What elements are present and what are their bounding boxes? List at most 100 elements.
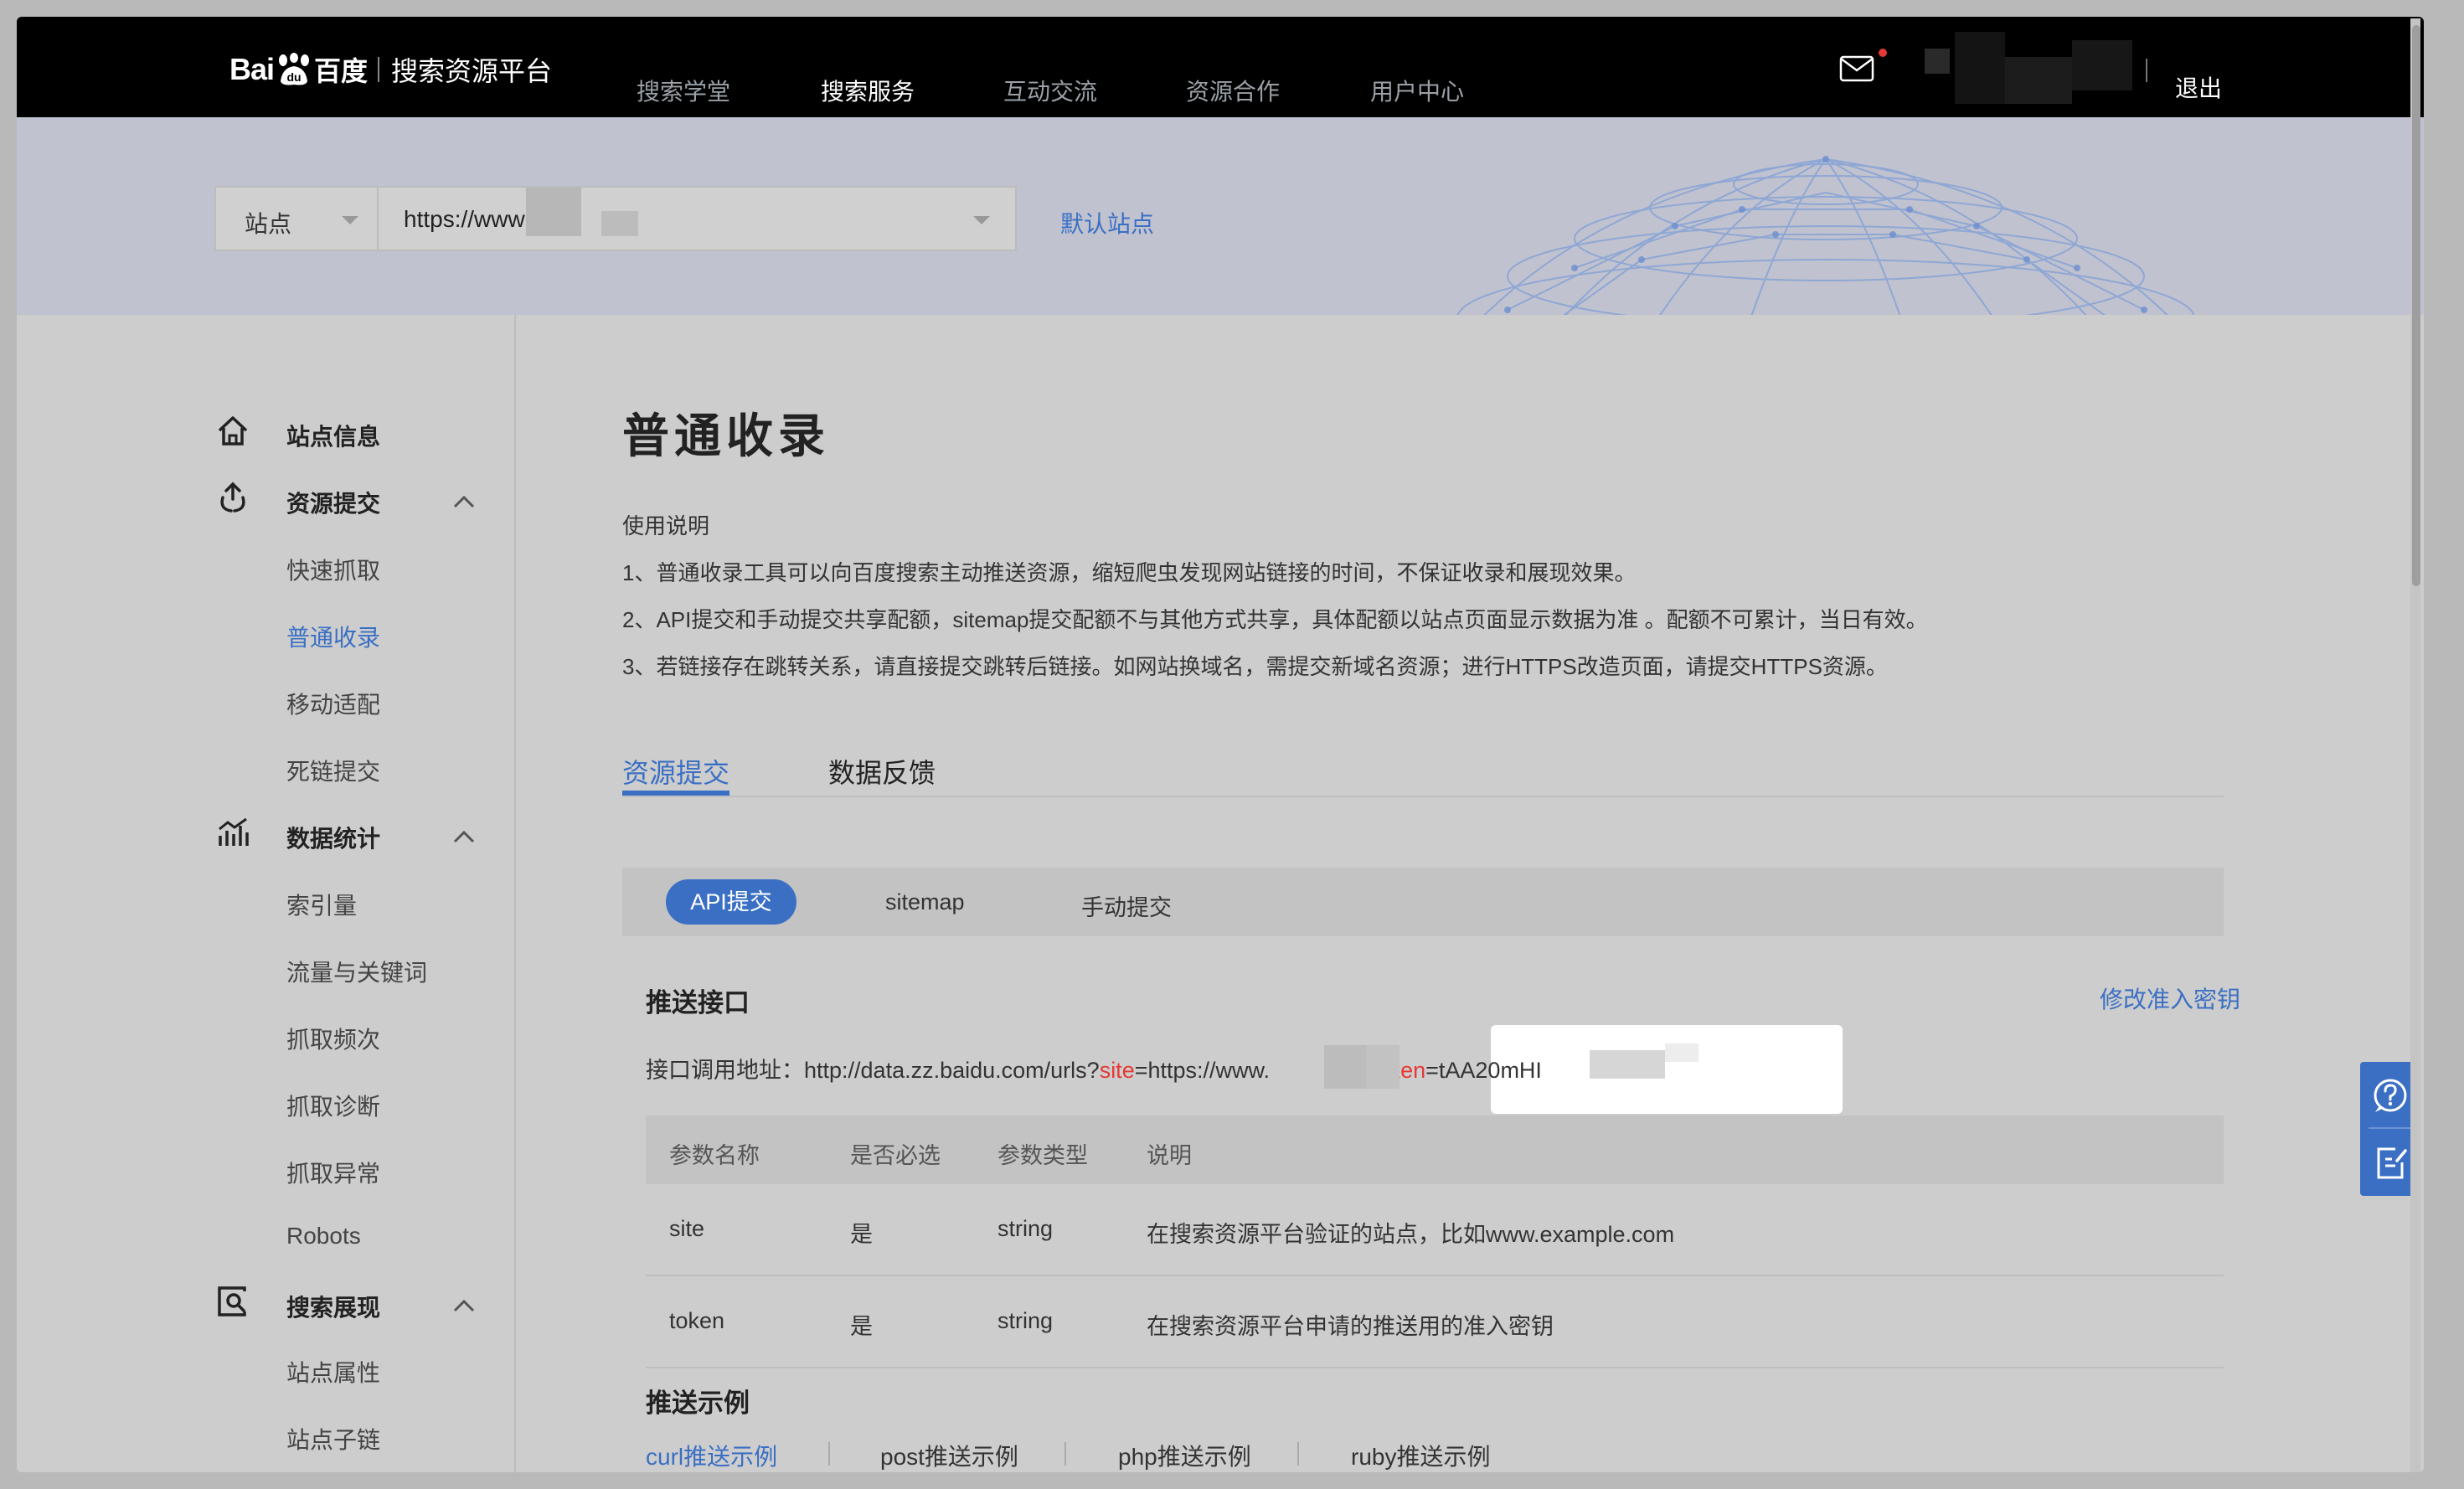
sidebar: 站点信息 资源提交 快速抓取 普通收录 移动适配 死链提交 数据统计 索引量 流… xyxy=(17,315,516,1472)
float-divider xyxy=(2369,1127,2412,1129)
sidebar-item-crawl-error[interactable]: 抓取异常 xyxy=(286,1156,380,1189)
example-post[interactable]: post推送示例 xyxy=(880,1439,1018,1472)
api-token-value: =tAA20mHI xyxy=(1425,1058,1542,1083)
sidebar-group-resource-submit[interactable]: 资源提交 xyxy=(286,486,380,519)
push-api-title: 推送接口 xyxy=(646,988,750,1018)
th-param-name: 参数名称 xyxy=(669,1143,760,1168)
token-highlight-box xyxy=(1491,1025,1843,1114)
nav-search-school[interactable]: 搜索学堂 xyxy=(637,74,730,107)
table-header: 参数名称 是否必选 参数类型 说明 xyxy=(646,1115,2224,1184)
chevron-up-icon[interactable] xyxy=(452,1298,476,1313)
example-divider xyxy=(1297,1442,1299,1466)
logo-bai-text: Bai xyxy=(229,52,275,86)
subtab-sitemap[interactable]: sitemap xyxy=(885,889,965,915)
search-display-icon xyxy=(218,1286,246,1316)
sidebar-item-normal-index[interactable]: 普通收录 xyxy=(286,620,380,653)
example-ruby[interactable]: ruby推送示例 xyxy=(1351,1439,1490,1472)
chart-icon xyxy=(219,817,249,846)
tab-data-feedback[interactable]: 数据反馈 xyxy=(828,752,936,791)
submit-icon xyxy=(220,482,245,513)
api-label: 接口调用地址： xyxy=(646,1058,804,1083)
page-title: 普通收录 xyxy=(622,410,830,462)
sidebar-group-site-info[interactable]: 站点信息 xyxy=(286,419,380,452)
api-endpoint-line[interactable]: 接口调用地址：http://data.zz.baidu.com/urls?sit… xyxy=(646,1052,1542,1085)
sidebar-group-search-display[interactable]: 搜索展现 xyxy=(286,1290,380,1323)
scrollbar-thumb[interactable] xyxy=(2412,25,2420,586)
sidebar-item-crawl-frequency[interactable]: 抓取频次 xyxy=(286,1022,380,1055)
sidebar-item-traffic-keywords[interactable]: 流量与关键词 xyxy=(286,955,427,988)
site-selector[interactable]: 站点 https://www xyxy=(214,186,1017,251)
api-base-url: http://data.zz.baidu.com/urls? xyxy=(804,1058,1100,1083)
subtab-manual[interactable]: 手动提交 xyxy=(1081,889,1172,922)
default-site-link[interactable]: 默认站点 xyxy=(1060,206,1154,240)
top-navbar: Bai du 百度 搜索资源平台 搜索学堂 搜索服务 互动交流 资源合作 用户中… xyxy=(17,17,2424,117)
edit-access-key-link[interactable]: 修改准入密钥 xyxy=(2100,982,2240,1015)
submit-method-tabs: API提交 sitemap 手动提交 xyxy=(622,868,2224,936)
example-curl[interactable]: curl推送示例 xyxy=(646,1439,777,1472)
chevron-down-icon xyxy=(342,216,358,224)
sidebar-item-sitelinks[interactable]: 站点子链 xyxy=(286,1422,380,1456)
logo-divider xyxy=(378,57,380,82)
example-divider xyxy=(828,1442,830,1466)
cell-param-name: site xyxy=(669,1216,705,1241)
home-icon xyxy=(218,416,248,446)
sidebar-item-mobile-adapt[interactable]: 移动适配 xyxy=(286,687,380,720)
subtab-api[interactable]: API提交 xyxy=(666,879,796,925)
table-row: site 是 string 在搜索资源平台验证的站点，比如www.example… xyxy=(646,1184,2224,1276)
nav-resource-coop[interactable]: 资源合作 xyxy=(1186,74,1280,107)
push-examples-title: 推送示例 xyxy=(646,1389,750,1418)
cell-required: 是 xyxy=(850,1314,873,1339)
url-redacted xyxy=(601,211,638,236)
chevron-up-icon[interactable] xyxy=(452,494,476,509)
logout-link[interactable]: 退出 xyxy=(2175,70,2222,104)
th-param-type: 参数类型 xyxy=(997,1143,1088,1168)
header-divider xyxy=(2146,59,2147,82)
baidu-logo[interactable]: Bai du 百度 搜索资源平台 xyxy=(229,49,552,90)
chevron-up-icon[interactable] xyxy=(452,829,476,844)
sidebar-item-dead-link[interactable]: 死链提交 xyxy=(286,754,380,787)
mail-icon[interactable] xyxy=(1839,55,1874,82)
sidebar-item-site-attr[interactable]: 站点属性 xyxy=(286,1355,380,1389)
sidebar-item-index-count[interactable]: 索引量 xyxy=(286,888,357,921)
main-tabs: 资源提交 数据反馈 xyxy=(622,734,2224,797)
active-tab-indicator xyxy=(622,791,729,796)
tab-resource-submit[interactable]: 资源提交 xyxy=(622,752,729,791)
nav-user-center[interactable]: 用户中心 xyxy=(1370,74,1464,107)
cell-param-type: string xyxy=(997,1216,1054,1241)
unread-dot xyxy=(1879,49,1887,57)
site-type-label: 站点 xyxy=(245,211,292,237)
cell-param-name: token xyxy=(669,1308,725,1333)
url-redacted xyxy=(526,188,581,236)
cell-param-type: string xyxy=(997,1308,1054,1333)
th-description: 说明 xyxy=(1147,1143,1192,1168)
platform-name: 搜索资源平台 xyxy=(391,56,553,86)
sidebar-item-fast-crawl[interactable]: 快速抓取 xyxy=(286,553,380,586)
site-url-value: https://www xyxy=(404,206,525,232)
usage-title: 使用说明 xyxy=(622,513,710,538)
user-avatar-redacted[interactable] xyxy=(1925,32,2132,104)
token-redacted xyxy=(1665,1043,1699,1062)
th-required: 是否必选 xyxy=(850,1143,941,1168)
api-site-param: site xyxy=(1099,1058,1135,1083)
sidebar-item-crawl-diagnose[interactable]: 抓取诊断 xyxy=(286,1089,380,1122)
site-type-dropdown[interactable]: 站点 xyxy=(216,188,379,250)
example-php[interactable]: php推送示例 xyxy=(1118,1439,1251,1472)
svg-text:du: du xyxy=(286,70,301,84)
main-content: 普通收录 使用说明 1、普通收录工具可以向百度搜索主动推送资源，缩短爬虫发现网站… xyxy=(518,315,2424,1472)
cell-description: 在搜索资源平台验证的站点，比如www.example.com xyxy=(1147,1222,1675,1247)
chevron-down-icon xyxy=(973,216,990,224)
push-examples-tabs: curl推送示例 post推送示例 php推送示例 ruby推送示例 xyxy=(646,1439,1651,1472)
browser-frame: Bai du 百度 搜索资源平台 搜索学堂 搜索服务 互动交流 资源合作 用户中… xyxy=(17,17,2424,1472)
usage-line-2: 2、API提交和手动提交共享配额，sitemap提交配额不与其他方式共享，具体配… xyxy=(622,607,1928,632)
sidebar-group-data-stats[interactable]: 数据统计 xyxy=(286,821,380,854)
api-site-value: =https://www. xyxy=(1134,1058,1271,1083)
sidebar-item-robots[interactable]: Robots xyxy=(286,1223,361,1249)
cell-required: 是 xyxy=(850,1222,873,1247)
nav-search-service[interactable]: 搜索服务 xyxy=(821,74,915,107)
usage-line-3: 3、若链接存在跳转关系，请直接提交跳转后链接。如网站换域名，需提交新域名资源；进… xyxy=(622,654,1888,679)
example-divider xyxy=(1064,1442,1066,1466)
table-row: token 是 string 在搜索资源平台申请的推送用的准入密钥 xyxy=(646,1276,2224,1368)
site-banner: 站点 https://www 默认站点 xyxy=(17,117,2424,315)
nav-interaction[interactable]: 互动交流 xyxy=(1003,74,1097,107)
site-redacted xyxy=(1366,1045,1400,1089)
